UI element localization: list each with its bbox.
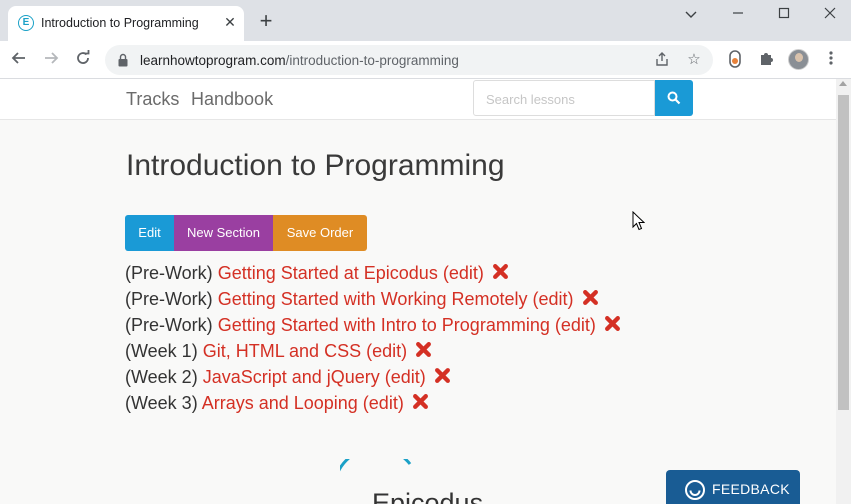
lesson-link[interactable]: Getting Started at Epicodus (edit) — [218, 263, 484, 283]
delete-x-icon[interactable] — [412, 393, 429, 410]
delete-x-icon[interactable] — [434, 367, 451, 384]
search-button[interactable] — [655, 80, 693, 116]
lesson-prefix: (Week 3) — [125, 393, 198, 413]
reload-icon[interactable] — [72, 49, 94, 71]
extensions-puzzle-icon[interactable] — [757, 50, 777, 70]
feedback-icon — [685, 480, 705, 500]
feedback-label: FEEDBACK — [712, 481, 790, 497]
browser-toolbar: learnhowtoprogram.com/introduction-to-pr… — [0, 41, 851, 79]
lesson-prefix: (Pre-Work) — [125, 315, 213, 335]
nav-link-handbook[interactable]: Handbook — [191, 89, 273, 110]
lesson-item: (Week 3) Arrays and Looping (edit) — [125, 392, 621, 418]
search-icon — [667, 91, 681, 105]
bookmark-star-icon[interactable]: ☆ — [685, 51, 703, 69]
scroll-up-arrow-icon[interactable] — [839, 81, 847, 86]
save-order-button[interactable]: Save Order — [273, 215, 367, 251]
lesson-prefix: (Week 1) — [125, 341, 198, 361]
extension-icon[interactable] — [725, 50, 745, 70]
page-title: Introduction to Programming — [126, 149, 505, 182]
nav-link-tracks[interactable]: Tracks — [126, 89, 179, 110]
url-domain: learnhowtoprogram.com — [140, 53, 286, 68]
lesson-prefix: (Week 2) — [125, 367, 198, 387]
lesson-item: (Pre-Work) Getting Started with Working … — [125, 288, 621, 314]
edit-button[interactable]: Edit — [125, 215, 174, 251]
delete-x-icon[interactable] — [604, 315, 621, 332]
logo-text: Epicodus — [372, 488, 483, 504]
browser-menu-icon[interactable] — [821, 50, 841, 70]
profile-avatar[interactable] — [788, 49, 809, 70]
tab-title: Introduction to Programming — [41, 16, 199, 30]
search-input[interactable]: Search lessons — [473, 80, 655, 116]
lesson-link[interactable]: JavaScript and jQuery (edit) — [203, 367, 426, 387]
page-viewport: Tracks Handbook Search lessons Introduct… — [0, 79, 836, 504]
address-bar[interactable]: learnhowtoprogram.com/introduction-to-pr… — [105, 45, 713, 75]
browser-tab-strip: E Introduction to Programming ✕ + — [0, 0, 851, 41]
browser-tab[interactable]: E Introduction to Programming ✕ — [8, 6, 244, 41]
feedback-button[interactable]: FEEDBACK — [666, 470, 800, 504]
mouse-cursor-icon — [632, 211, 645, 231]
new-tab-icon[interactable]: + — [256, 10, 276, 32]
scrollbar-thumb[interactable] — [838, 95, 849, 410]
lesson-link[interactable]: Arrays and Looping (edit) — [202, 393, 404, 413]
site-header: Tracks Handbook Search lessons — [0, 79, 836, 120]
delete-x-icon[interactable] — [582, 289, 599, 306]
share-icon[interactable] — [653, 51, 671, 69]
lesson-link[interactable]: Getting Started with Working Remotely (e… — [218, 289, 574, 309]
lesson-item: (Week 2) JavaScript and jQuery (edit) — [125, 366, 621, 392]
minimize-icon[interactable] — [720, 4, 756, 24]
lesson-list: (Pre-Work) Getting Started at Epicodus (… — [125, 262, 621, 418]
lesson-link[interactable]: Getting Started with Intro to Programmin… — [218, 315, 596, 335]
lesson-item: (Pre-Work) Getting Started at Epicodus (… — [125, 262, 621, 288]
new-section-button[interactable]: New Section — [174, 215, 273, 251]
delete-x-icon[interactable] — [415, 341, 432, 358]
back-icon[interactable] — [8, 49, 30, 71]
scrollbar[interactable] — [836, 79, 851, 504]
delete-x-icon[interactable] — [492, 263, 509, 280]
url-text: learnhowtoprogram.com/introduction-to-pr… — [140, 53, 459, 68]
lesson-item: (Pre-Work) Getting Started with Intro to… — [125, 314, 621, 340]
close-window-icon[interactable] — [812, 4, 848, 24]
epicodus-favicon-icon: E — [18, 15, 34, 31]
epicodus-logo: Epicodus — [332, 446, 500, 504]
lesson-item: (Week 1) Git, HTML and CSS (edit) — [125, 340, 621, 366]
lesson-link[interactable]: Git, HTML and CSS (edit) — [203, 341, 407, 361]
lesson-prefix: (Pre-Work) — [125, 263, 213, 283]
tab-search-chevron-icon[interactable] — [673, 4, 709, 24]
forward-icon[interactable] — [40, 49, 62, 71]
tab-close-icon[interactable]: ✕ — [222, 14, 238, 30]
lesson-prefix: (Pre-Work) — [125, 289, 213, 309]
lock-icon — [118, 53, 128, 67]
url-path: /introduction-to-programming — [285, 53, 459, 68]
maximize-icon[interactable] — [766, 4, 802, 24]
